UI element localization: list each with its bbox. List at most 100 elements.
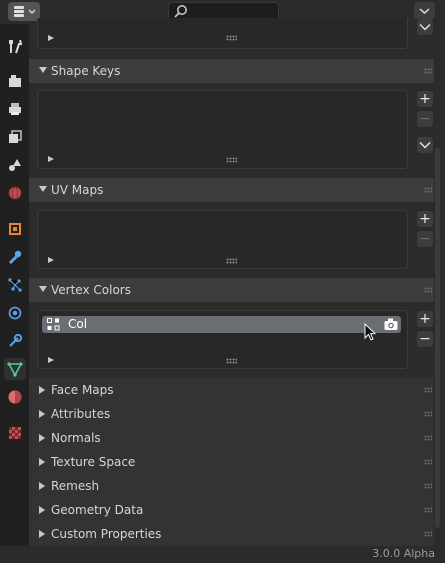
expand-triangle-icon[interactable] (48, 35, 54, 41)
tab-object[interactable] (4, 218, 26, 240)
drag-grip-icon[interactable] (424, 531, 432, 537)
chevron-down-icon (419, 23, 431, 31)
expand-triangle-icon (39, 434, 45, 442)
expand-triangle-icon (39, 410, 45, 418)
tab-material[interactable] (4, 386, 26, 408)
tab-scene[interactable] (4, 154, 26, 176)
vertex-color-group-icon (47, 318, 60, 331)
panel-title-normals: Normals (51, 431, 101, 445)
drag-grip-icon[interactable] (424, 411, 432, 417)
wrench-icon (8, 250, 22, 265)
shape-key-remove-button[interactable]: − (417, 111, 433, 127)
panel-header-attributes[interactable]: Attributes (29, 402, 434, 426)
vertex-color-name[interactable]: Col (68, 317, 87, 331)
constraint-icon (9, 333, 23, 347)
panel-header-shape-keys[interactable]: Shape Keys (29, 59, 434, 83)
tab-constraints[interactable] (4, 330, 26, 352)
collapse-triangle-icon (39, 286, 47, 292)
tab-texture[interactable] (4, 422, 26, 444)
status-bar: 3.0.0 Alpha (0, 546, 445, 563)
resize-grip-icon[interactable] (226, 157, 237, 163)
camera-back-icon (9, 75, 21, 87)
expand-triangle-icon (39, 458, 45, 466)
image-stack-icon (9, 130, 22, 143)
shape-key-specials-button[interactable] (417, 137, 433, 153)
panel-title-custom-properties: Custom Properties (51, 527, 162, 541)
collapse-triangle-icon (39, 67, 47, 73)
panel-title-texture-space: Texture Space (51, 455, 136, 469)
expand-triangle-icon (39, 530, 45, 538)
panel-header-uv-maps[interactable]: UV Maps (29, 178, 434, 202)
shape-keys-list[interactable] (37, 90, 408, 169)
wrench-screwdriver-icon (9, 39, 23, 54)
panel-title-attributes: Attributes (51, 407, 111, 421)
editor-type-button[interactable] (8, 2, 40, 21)
world-globe-icon (8, 186, 22, 200)
uv-map-remove-button[interactable]: − (417, 231, 433, 247)
shape-key-add-button[interactable]: + (417, 91, 433, 107)
material-sphere-icon (8, 390, 22, 404)
properties-tabs (0, 24, 29, 546)
camera-icon[interactable] (384, 318, 398, 331)
version-label: 3.0.0 Alpha (372, 547, 435, 560)
panel-title-vertex-colors: Vertex Colors (51, 283, 131, 297)
particles-icon (8, 278, 22, 292)
tab-tool[interactable] (4, 35, 26, 57)
texture-checker-icon (9, 427, 21, 439)
scene-icon (9, 159, 21, 171)
tab-physics[interactable] (4, 302, 26, 324)
specials-dropdown-button[interactable] (417, 19, 433, 35)
chevron-down-icon (419, 141, 431, 149)
mouse-cursor-icon (364, 323, 376, 341)
printer-icon (9, 103, 21, 115)
panel-title-uv-maps: UV Maps (51, 183, 104, 197)
uv-maps-list[interactable] (37, 210, 408, 269)
editor-type-icon (14, 6, 36, 17)
expand-triangle-icon[interactable] (48, 357, 54, 363)
resize-grip-icon[interactable] (226, 35, 237, 41)
tab-particles[interactable] (4, 274, 26, 296)
panel-title-shape-keys: Shape Keys (51, 64, 121, 78)
section-list-top (37, 18, 408, 49)
expand-triangle-icon (39, 482, 45, 490)
vertex-color-add-button[interactable]: + (417, 311, 433, 327)
panel-header-texture-space[interactable]: Texture Space (29, 450, 434, 474)
drag-grip-icon[interactable] (424, 68, 432, 74)
panel-title-geometry-data: Geometry Data (51, 503, 144, 517)
panel-header-custom-properties[interactable]: Custom Properties (29, 522, 434, 546)
panel-header-remesh[interactable]: Remesh (29, 474, 434, 498)
scrollbar-thumb[interactable] (435, 148, 440, 528)
expand-triangle-icon[interactable] (48, 257, 54, 263)
panel-header-vertex-colors[interactable]: Vertex Colors (29, 278, 434, 302)
collapse-triangle-icon (39, 186, 47, 192)
drag-grip-icon[interactable] (424, 435, 432, 441)
vertex-color-item[interactable]: Col (42, 316, 401, 333)
tab-output[interactable] (4, 98, 26, 120)
expand-triangle-icon (39, 506, 45, 514)
tab-modifiers[interactable] (4, 246, 26, 268)
uv-map-add-button[interactable]: + (417, 211, 433, 227)
panel-title-remesh: Remesh (51, 479, 100, 493)
object-cube-icon (9, 223, 21, 235)
panel-header-face-maps[interactable]: Face Maps (29, 378, 434, 402)
drag-grip-icon[interactable] (424, 483, 432, 489)
drag-grip-icon[interactable] (424, 459, 432, 465)
tab-view-layer[interactable] (4, 126, 26, 148)
resize-grip-icon[interactable] (226, 358, 237, 364)
resize-grip-icon[interactable] (226, 258, 237, 264)
drag-grip-icon[interactable] (424, 187, 432, 193)
panel-header-normals[interactable]: Normals (29, 426, 434, 450)
tab-render[interactable] (4, 70, 26, 92)
drag-grip-icon[interactable] (424, 287, 432, 293)
physics-orbit-icon (8, 306, 22, 320)
tab-mesh-data[interactable] (4, 358, 26, 380)
tab-world[interactable] (4, 182, 26, 204)
options-dropdown-button[interactable] (414, 2, 435, 19)
mesh-triangle-icon (7, 362, 23, 377)
drag-grip-icon[interactable] (424, 387, 432, 393)
drag-grip-icon[interactable] (424, 507, 432, 513)
chevron-down-icon (419, 8, 430, 15)
expand-triangle-icon[interactable] (48, 156, 54, 162)
vertex-color-remove-button[interactable]: − (417, 331, 433, 347)
panel-header-geometry-data[interactable]: Geometry Data (29, 498, 434, 522)
